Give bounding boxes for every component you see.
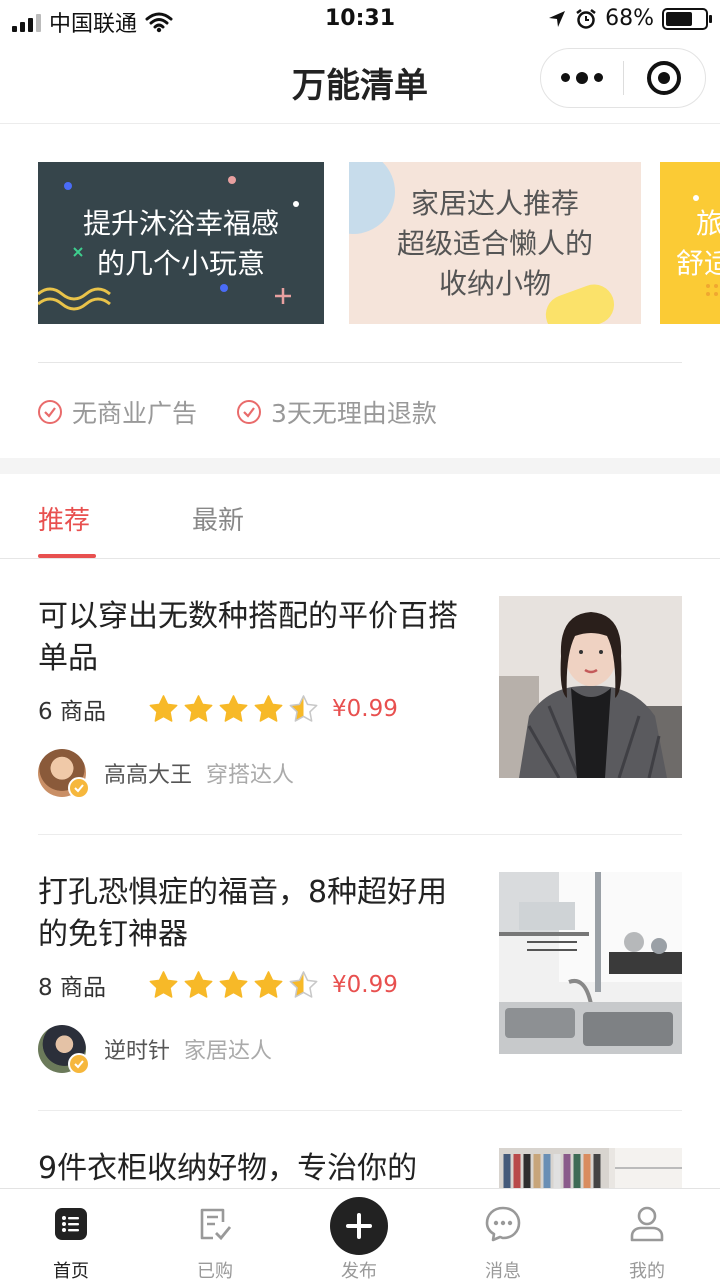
article-thumbnail[interactable] — [499, 596, 682, 778]
star-icon — [149, 970, 178, 998]
star-icon — [219, 694, 248, 722]
purchased-icon — [196, 1205, 234, 1243]
author-name: 高高大王 — [104, 763, 193, 788]
article-card[interactable]: 可以穿出无数种搭配的平价百搭单品 6 商品 ¥0.99 高高大王 穿搭达人 — [38, 596, 682, 835]
author-row[interactable]: 逆时针 家居达人 — [38, 1025, 273, 1075]
tab-recommended[interactable]: 推荐 — [38, 500, 90, 537]
miniprogram-capsule — [540, 48, 706, 108]
article-card[interactable]: 9件衣柜收纳好物，专治你的 — [38, 1148, 682, 1188]
star-icon — [184, 970, 213, 998]
banner-travel[interactable]: 旅 舒适 — [660, 162, 720, 324]
home-list-icon — [52, 1205, 90, 1243]
item-count: 6 商品 — [38, 699, 106, 725]
tab-profile[interactable]: 我的 — [597, 1189, 697, 1280]
rating-stars — [148, 970, 332, 1001]
star-icon — [289, 694, 318, 722]
avatar[interactable] — [38, 749, 90, 799]
star-icon — [219, 970, 248, 998]
item-count: 8 商品 — [38, 975, 106, 1001]
author-tag: 穿搭达人 — [206, 763, 295, 788]
star-icon — [184, 694, 213, 722]
tab-label: 发布 — [341, 1261, 377, 1280]
tab-label: 已购 — [197, 1261, 233, 1280]
article-meta: 6 商品 ¥0.99 — [38, 692, 398, 726]
article-meta: 8 商品 ¥0.99 — [38, 968, 398, 1002]
divider — [38, 1110, 682, 1111]
profile-icon — [628, 1205, 666, 1243]
tab-messages[interactable]: 消息 — [453, 1189, 553, 1280]
banner-line: 旅 — [696, 207, 720, 240]
banner-bath[interactable]: 提升沐浴幸福感 的几个小玩意 — [38, 162, 324, 324]
star-icon — [289, 970, 318, 998]
tab-home[interactable]: 首页 — [21, 1189, 121, 1280]
close-miniprogram-button[interactable] — [624, 61, 706, 95]
publish-plus-icon — [330, 1197, 388, 1255]
fashion-photo — [499, 596, 682, 778]
banner-line: 提升沐浴幸福感 — [82, 207, 279, 240]
banner-line: 家居达人推荐 — [410, 187, 579, 220]
verified-badge-icon — [68, 777, 90, 799]
check-circle-icon — [237, 400, 262, 424]
status-bar: 中国联通 10:31 68% — [0, 0, 720, 40]
tab-publish[interactable]: 发布 — [309, 1189, 409, 1280]
star-icon — [254, 970, 283, 998]
more-dots-icon[interactable] — [541, 71, 623, 84]
nav-bar: 万能清单 — [0, 40, 720, 124]
tab-purchased[interactable]: 已购 — [165, 1189, 265, 1280]
guarantee-label: 3天无理由退款 — [271, 399, 437, 428]
price: ¥0.99 — [332, 972, 398, 998]
banner-carousel[interactable]: 提升沐浴幸福感 的几个小玩意 家居达人推荐 超级适合懒人的 收纳小物 旅 舒适 — [38, 162, 720, 324]
star-icon — [254, 694, 283, 722]
article-title[interactable]: 9件衣柜收纳好物，专治你的 — [38, 1148, 478, 1188]
tab-label: 首页 — [53, 1261, 89, 1280]
article-card[interactable]: 打孔恐惧症的福音，8种超好用的免钉神器 8 商品 ¥0.99 逆时针 家居达人 — [38, 872, 682, 1111]
divider — [38, 362, 682, 363]
battery-icon — [662, 7, 712, 30]
article-thumbnail[interactable] — [499, 1148, 682, 1188]
banner-storage[interactable]: 家居达人推荐 超级适合懒人的 收纳小物 — [349, 162, 641, 324]
tab-indicator — [38, 554, 96, 558]
divider — [38, 834, 682, 835]
section-gap — [0, 458, 720, 474]
article-title[interactable]: 可以穿出无数种搭配的平价百搭单品 — [38, 596, 458, 680]
author-row[interactable]: 高高大王 穿搭达人 — [38, 749, 295, 799]
guarantee-label: 无商业广告 — [72, 399, 198, 428]
guarantee-returns: 3天无理由退款 — [237, 394, 437, 430]
message-bubble-icon — [484, 1205, 522, 1243]
star-icon — [149, 694, 178, 722]
banner-line: 舒适 — [676, 247, 720, 280]
tab-label: 消息 — [485, 1261, 521, 1280]
check-circle-icon — [38, 400, 62, 424]
alarm-icon — [576, 8, 596, 29]
guarantee-no-ads: 无商业广告 — [38, 394, 197, 430]
feed-tabs: 推荐 最新 — [0, 474, 720, 559]
verified-badge-icon — [68, 1053, 90, 1075]
author-name: 逆时针 — [104, 1039, 171, 1064]
target-circle-icon — [647, 61, 682, 95]
kitchen-sink-photo — [499, 872, 682, 1054]
tab-label: 我的 — [629, 1261, 665, 1280]
author-tag: 家居达人 — [184, 1039, 273, 1064]
article-title[interactable]: 打孔恐惧症的福音，8种超好用的免钉神器 — [38, 872, 458, 956]
battery-percent: 68% — [605, 6, 654, 31]
rating-stars — [148, 694, 332, 725]
price: ¥0.99 — [332, 696, 398, 722]
banner-line: 超级适合懒人的 — [396, 227, 593, 260]
avatar[interactable] — [38, 1025, 90, 1075]
guarantee-row: 无商业广告 3天无理由退款 — [38, 392, 437, 432]
location-arrow-icon — [549, 10, 566, 27]
tab-latest[interactable]: 最新 — [192, 500, 244, 537]
banner-line: 的几个小玩意 — [96, 247, 265, 280]
wardrobe-photo — [499, 1148, 682, 1188]
article-thumbnail[interactable] — [499, 872, 682, 1054]
bottom-tab-bar: 首页 已购 发布 消息 我的 — [0, 1188, 720, 1280]
banner-line: 收纳小物 — [438, 267, 551, 300]
